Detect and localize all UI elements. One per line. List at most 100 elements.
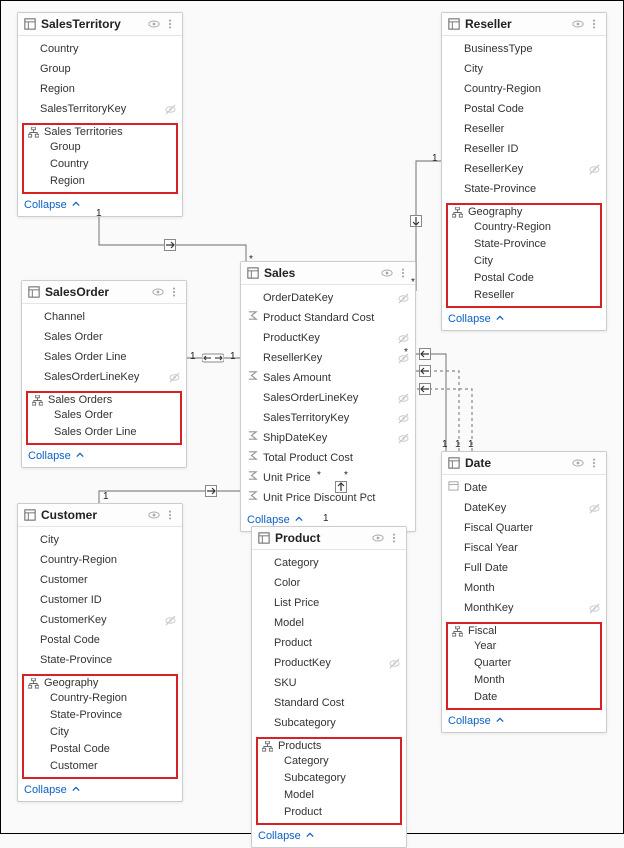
table-header[interactable]: SalesOrder xyxy=(22,281,186,304)
field-row[interactable]: City xyxy=(442,59,606,79)
field-row[interactable]: SalesTerritoryKey xyxy=(241,408,415,428)
field-row[interactable]: DateKey xyxy=(442,498,606,518)
field-row[interactable]: SKU xyxy=(252,673,406,693)
hierarchy-level[interactable]: Product xyxy=(258,804,400,821)
field-row[interactable]: Reseller ID xyxy=(442,139,606,159)
field-row[interactable]: Postal Code xyxy=(442,99,606,119)
field-row[interactable]: CustomerKey xyxy=(18,610,182,630)
field-row[interactable]: Category xyxy=(252,553,406,573)
hierarchy-level[interactable]: Postal Code xyxy=(448,270,600,287)
table-header[interactable]: Date xyxy=(442,452,606,475)
hierarchy-level[interactable]: Reseller xyxy=(448,287,600,304)
hierarchy-name[interactable]: Products xyxy=(258,739,400,753)
table-salesorder[interactable]: SalesOrder ChannelSales OrderSales Order… xyxy=(21,280,187,468)
field-row[interactable]: Unit Price Discount Pct xyxy=(241,488,415,508)
field-row[interactable]: ShipDateKey xyxy=(241,428,415,448)
hierarchy-level[interactable]: Customer xyxy=(24,758,176,775)
collapse-button[interactable]: Collapse xyxy=(18,781,182,801)
hierarchy-name[interactable]: Geography xyxy=(448,205,600,219)
collapse-button[interactable]: Collapse xyxy=(442,310,606,330)
hierarchy-block[interactable]: GeographyCountry-RegionState-ProvinceCit… xyxy=(446,203,602,308)
hierarchy-block[interactable]: ProductsCategorySubcategoryModelProduct xyxy=(256,737,402,825)
field-row[interactable]: Country xyxy=(18,39,182,59)
table-header[interactable]: SalesTerritory xyxy=(18,13,182,36)
field-row[interactable]: Fiscal Year xyxy=(442,538,606,558)
hierarchy-level[interactable]: Region xyxy=(24,173,176,190)
table-sales[interactable]: Sales OrderDateKeyProduct Standard CostP… xyxy=(240,261,416,532)
hierarchy-name[interactable]: Geography xyxy=(24,676,176,690)
field-row[interactable]: List Price xyxy=(252,593,406,613)
field-row[interactable]: Total Product Cost xyxy=(241,448,415,468)
field-row[interactable]: Color xyxy=(252,573,406,593)
field-row[interactable]: Sales Order Line xyxy=(22,347,186,367)
field-row[interactable]: Fiscal Quarter xyxy=(442,518,606,538)
field-row[interactable]: Subcategory xyxy=(252,713,406,733)
hierarchy-level[interactable]: Country xyxy=(24,156,176,173)
field-row[interactable]: Sales Order xyxy=(22,327,186,347)
field-row[interactable]: ResellerKey xyxy=(442,159,606,179)
table-header[interactable]: Sales xyxy=(241,262,415,285)
hierarchy-level[interactable]: Quarter xyxy=(448,655,600,672)
hierarchy-level[interactable]: Sales Order xyxy=(28,407,180,424)
field-row[interactable]: Postal Code xyxy=(18,630,182,650)
field-row[interactable]: Unit Price xyxy=(241,468,415,488)
field-row[interactable]: Country-Region xyxy=(18,550,182,570)
field-row[interactable]: Customer xyxy=(18,570,182,590)
table-header[interactable]: Product xyxy=(252,527,406,550)
hierarchy-level[interactable]: City xyxy=(448,253,600,270)
field-row[interactable]: Group xyxy=(18,59,182,79)
hierarchy-level[interactable]: Category xyxy=(258,753,400,770)
field-row[interactable]: SalesTerritoryKey xyxy=(18,99,182,119)
field-row[interactable]: City xyxy=(18,530,182,550)
field-row[interactable]: MonthKey xyxy=(442,598,606,618)
hierarchy-name[interactable]: Fiscal xyxy=(448,624,600,638)
hierarchy-level[interactable]: Group xyxy=(24,139,176,156)
field-row[interactable]: Reseller xyxy=(442,119,606,139)
field-row[interactable]: Sales Amount xyxy=(241,368,415,388)
field-row[interactable]: Customer ID xyxy=(18,590,182,610)
field-row[interactable]: Product xyxy=(252,633,406,653)
hierarchy-level[interactable]: Country-Region xyxy=(448,219,600,236)
hierarchy-level[interactable]: Postal Code xyxy=(24,741,176,758)
field-row[interactable]: Full Date xyxy=(442,558,606,578)
table-date[interactable]: Date DateDateKeyFiscal QuarterFiscal Yea… xyxy=(441,451,607,733)
field-row[interactable]: Model xyxy=(252,613,406,633)
hierarchy-block[interactable]: Sales OrdersSales OrderSales Order Line xyxy=(26,391,182,445)
field-row[interactable]: BusinessType xyxy=(442,39,606,59)
table-customer[interactable]: Customer CityCountry-RegionCustomerCusto… xyxy=(17,503,183,802)
hierarchy-block[interactable]: GeographyCountry-RegionState-ProvinceCit… xyxy=(22,674,178,779)
collapse-button[interactable]: Collapse xyxy=(442,712,606,732)
collapse-button[interactable]: Collapse xyxy=(22,447,186,467)
field-row[interactable]: SalesOrderLineKey xyxy=(241,388,415,408)
hierarchy-name[interactable]: Sales Territories xyxy=(24,125,176,139)
hierarchy-level[interactable]: State-Province xyxy=(24,707,176,724)
hierarchy-level[interactable]: Date xyxy=(448,689,600,706)
field-row[interactable]: ProductKey xyxy=(252,653,406,673)
field-row[interactable]: Channel xyxy=(22,307,186,327)
hierarchy-level[interactable]: State-Province xyxy=(448,236,600,253)
hierarchy-level[interactable]: Country-Region xyxy=(24,690,176,707)
field-row[interactable]: SalesOrderLineKey xyxy=(22,367,186,387)
table-header[interactable]: Customer xyxy=(18,504,182,527)
table-salesterritory[interactable]: SalesTerritory CountryGroupRegionSalesTe… xyxy=(17,12,183,217)
table-product[interactable]: Product CategoryColorList PriceModelProd… xyxy=(251,526,407,848)
field-row[interactable]: Country-Region xyxy=(442,79,606,99)
field-row[interactable]: State-Province xyxy=(442,179,606,199)
field-row[interactable]: ResellerKey xyxy=(241,348,415,368)
field-row[interactable]: Standard Cost xyxy=(252,693,406,713)
collapse-button[interactable]: Collapse xyxy=(252,827,406,847)
field-row[interactable]: Date xyxy=(442,478,606,498)
hierarchy-block[interactable]: Sales TerritoriesGroupCountryRegion xyxy=(22,123,178,194)
hierarchy-level[interactable]: Sales Order Line xyxy=(28,424,180,441)
hierarchy-level[interactable]: Month xyxy=(448,672,600,689)
hierarchy-name[interactable]: Sales Orders xyxy=(28,393,180,407)
field-row[interactable]: Region xyxy=(18,79,182,99)
hierarchy-level[interactable]: Year xyxy=(448,638,600,655)
hierarchy-level[interactable]: City xyxy=(24,724,176,741)
field-row[interactable]: ProductKey xyxy=(241,328,415,348)
table-reseller[interactable]: Reseller BusinessTypeCityCountry-RegionP… xyxy=(441,12,607,331)
hierarchy-level[interactable]: Subcategory xyxy=(258,770,400,787)
hierarchy-block[interactable]: FiscalYearQuarterMonthDate xyxy=(446,622,602,710)
table-header[interactable]: Reseller xyxy=(442,13,606,36)
field-row[interactable]: State-Province xyxy=(18,650,182,670)
